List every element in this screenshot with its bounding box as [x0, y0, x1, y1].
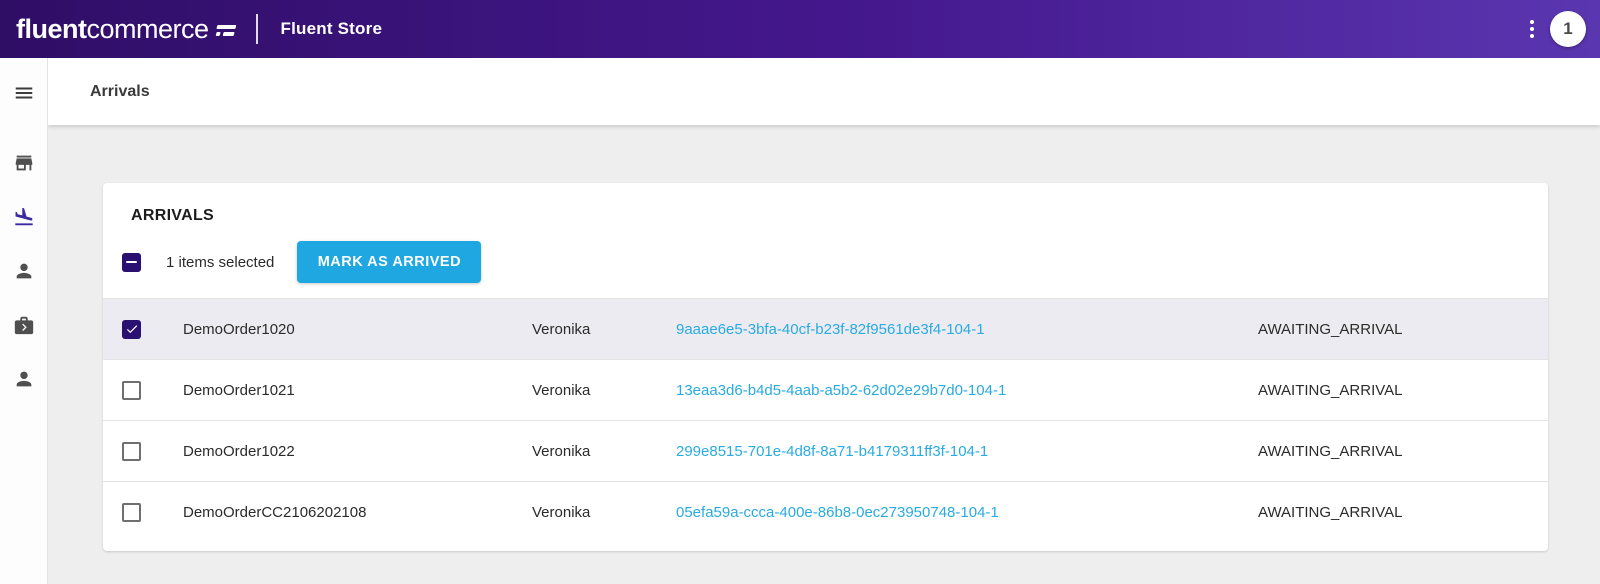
- order-name: DemoOrder1022: [183, 443, 532, 460]
- select-all-checkbox[interactable]: [122, 253, 141, 272]
- person-icon: [13, 260, 35, 282]
- sidebar-item-arrivals[interactable]: [13, 206, 35, 228]
- avatar-count: 1: [1563, 19, 1572, 39]
- app-window: fluentcommerce Fluent Store 1: [0, 0, 1600, 584]
- customer-name: Veronika: [532, 382, 676, 399]
- sidebar-nav-list: [13, 152, 35, 422]
- reference-link[interactable]: 9aaae6e5-3bfa-40cf-b23f-82f9561de3f4-104…: [676, 321, 985, 338]
- store-icon: [13, 152, 35, 174]
- selection-bar: 1 items selected MARK AS ARRIVED: [103, 241, 1548, 298]
- status-label: AWAITING_ARRIVAL: [1258, 382, 1548, 399]
- row-checkbox[interactable]: [122, 442, 141, 461]
- card-title: ARRIVALS: [103, 183, 1548, 241]
- sidebar-item-profile[interactable]: [13, 368, 35, 390]
- user-avatar[interactable]: 1: [1550, 11, 1586, 47]
- sidebar-item-dispatch[interactable]: [13, 314, 35, 336]
- customer-name: Veronika: [532, 504, 676, 521]
- row-checkbox[interactable]: [122, 381, 141, 400]
- header-divider: [256, 14, 258, 44]
- row-checkbox[interactable]: [122, 503, 141, 522]
- page-toolbar: Arrivals: [48, 58, 1600, 125]
- flight-land-icon: [13, 206, 35, 228]
- status-label: AWAITING_ARRIVAL: [1258, 443, 1548, 460]
- status-label: AWAITING_ARRIVAL: [1258, 321, 1548, 338]
- arrivals-card: ARRIVALS 1 items selected MARK AS ARRIVE…: [103, 183, 1548, 551]
- sidebar-nav: [0, 58, 48, 584]
- sidebar-item-store[interactable]: [13, 152, 35, 174]
- table-row[interactable]: DemoOrder1020 Veronika 9aaae6e5-3bfa-40c…: [103, 298, 1548, 359]
- brand-wordmark-light: commerce: [87, 14, 209, 44]
- table-row[interactable]: DemoOrderCC2106202108 Veronika 05efa59a-…: [103, 481, 1548, 542]
- customer-name: Veronika: [532, 443, 676, 460]
- order-name: DemoOrder1020: [183, 321, 532, 338]
- mark-as-arrived-button[interactable]: MARK AS ARRIVED: [297, 241, 481, 283]
- order-name: DemoOrder1021: [183, 382, 532, 399]
- next-week-icon: [13, 314, 35, 336]
- reference-link[interactable]: 05efa59a-ccca-400e-86b8-0ec273950748-104…: [676, 504, 999, 521]
- status-label: AWAITING_ARRIVAL: [1258, 504, 1548, 521]
- header-actions: 1: [1522, 11, 1586, 47]
- brand-wordmark-bold: fluent: [16, 14, 87, 44]
- page-content: ARRIVALS 1 items selected MARK AS ARRIVE…: [48, 125, 1600, 584]
- brand-wordmark: fluentcommerce: [16, 16, 209, 43]
- customer-name: Veronika: [532, 321, 676, 338]
- reference-link[interactable]: 299e8515-701e-4d8f-8a71-b4179311ff3f-104…: [676, 443, 988, 460]
- sidebar-item-customers[interactable]: [13, 260, 35, 282]
- indeterminate-icon: [126, 261, 137, 264]
- brand-mark-icon: [214, 25, 236, 36]
- reference-link[interactable]: 13eaa3d6-b4d5-4aab-a5b2-62d02e29b7d0-104…: [676, 382, 1006, 399]
- order-name: DemoOrderCC2106202108: [183, 504, 532, 521]
- app-title: Fluent Store: [281, 19, 383, 39]
- more-vert-icon[interactable]: [1522, 14, 1542, 44]
- table-row[interactable]: DemoOrder1022 Veronika 299e8515-701e-4d8…: [103, 420, 1548, 481]
- menu-icon[interactable]: [12, 82, 36, 104]
- check-icon: [125, 322, 139, 336]
- person-icon: [13, 368, 35, 390]
- page-title: Arrivals: [90, 83, 150, 101]
- arrivals-table: DemoOrder1020 Veronika 9aaae6e5-3bfa-40c…: [103, 298, 1548, 542]
- app-header: fluentcommerce Fluent Store 1: [0, 0, 1600, 58]
- selection-count-label: 1 items selected: [166, 254, 274, 271]
- table-row[interactable]: DemoOrder1021 Veronika 13eaa3d6-b4d5-4aa…: [103, 359, 1548, 420]
- brand-logo: fluentcommerce: [16, 16, 235, 43]
- row-checkbox[interactable]: [122, 320, 141, 339]
